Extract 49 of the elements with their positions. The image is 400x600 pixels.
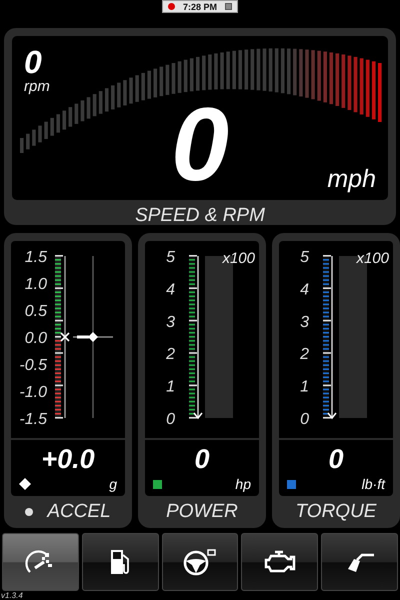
rpm-unit: rpm	[24, 78, 50, 95]
dot-icon	[25, 508, 34, 516]
gauge-title: TORQUE	[296, 501, 376, 523]
scale-label: 0.5	[24, 303, 47, 320]
square-icon	[225, 3, 232, 10]
gauge-unit: g	[109, 476, 117, 492]
engine-icon	[262, 549, 297, 575]
gauge-value: +0.0	[41, 444, 95, 476]
gauge-unit: lb·ft	[362, 476, 385, 492]
scale-label: 1	[300, 378, 309, 396]
scale-label: 1.0	[24, 276, 47, 293]
scale-label: -1.0	[19, 384, 47, 401]
scale-label: 0	[166, 411, 175, 428]
gauge-unit: hp	[235, 476, 251, 492]
tab-button[interactable]	[241, 533, 318, 591]
multiplier-label: x100	[222, 250, 255, 267]
scale-label: 1	[166, 378, 175, 396]
steering-wheel-icon	[182, 548, 217, 576]
scale-label: 0	[300, 411, 309, 428]
gauge-value: 0	[194, 444, 210, 476]
clock-time: 7:28 PM	[182, 2, 217, 12]
panel-title: SPEED & RPM	[135, 205, 265, 226]
scale-label: 5	[166, 249, 175, 266]
scale-label: 4	[166, 281, 175, 298]
tab-button[interactable]	[162, 533, 238, 591]
tab-button[interactable]	[321, 533, 398, 591]
rpm-value: 0	[24, 46, 42, 78]
scale-label: 4	[300, 281, 309, 298]
tab-button[interactable]	[82, 533, 159, 591]
scale-label: -0.5	[19, 357, 47, 374]
scale-label: 5	[300, 249, 309, 266]
scale-label: 1.5	[24, 249, 47, 266]
scale-label: 2	[166, 346, 175, 364]
multiplier-label: x100	[356, 250, 389, 267]
gauge-title: POWER	[166, 501, 238, 523]
speed-unit: mph	[327, 165, 376, 194]
scale-label: 0.0	[24, 330, 47, 347]
fuel-pump-icon	[109, 548, 132, 576]
record-icon	[168, 3, 175, 10]
scale-label: -1.5	[19, 411, 47, 428]
gauge-value: 0	[328, 444, 344, 476]
speed-value: 0	[171, 102, 229, 188]
scale-label: 3	[166, 314, 175, 331]
scale-label: 2	[300, 346, 309, 364]
version-label: v1.3.4	[1, 591, 23, 600]
gauge-title: ACCEL	[47, 501, 111, 523]
tab-button[interactable]	[2, 533, 79, 591]
scale-label: 3	[300, 314, 309, 331]
cross-marker-icon	[60, 332, 70, 342]
